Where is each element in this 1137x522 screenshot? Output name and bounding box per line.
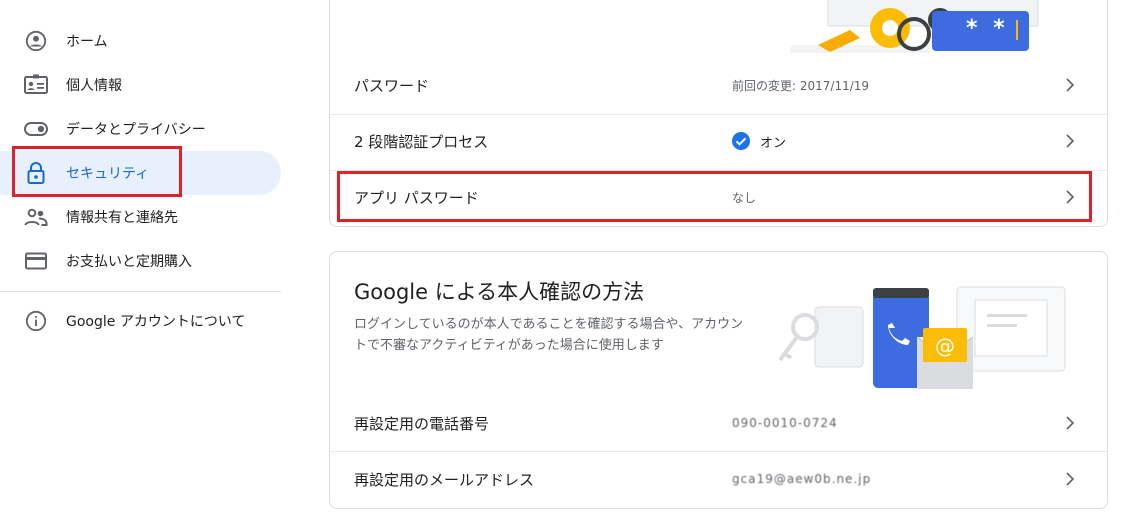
info-icon <box>24 309 48 333</box>
row-label: 2 段階認証プロセス <box>354 132 489 151</box>
check-circle-icon <box>732 132 750 150</box>
credit-card-icon <box>24 249 48 273</box>
sidebar-item-label: ホーム <box>66 34 108 50</box>
sidebar-item-label: 情報共有と連絡先 <box>66 210 178 226</box>
row-2step-verification[interactable]: 2 段階認証プロセス オン <box>330 113 1107 169</box>
sidebar-divider <box>0 291 281 292</box>
sidebar: ホーム 個人情報 データとプライバシー セキュリティ 情報共有と連絡先 お支払い… <box>0 0 300 522</box>
row-value: オン <box>760 135 787 151</box>
sidebar-item-label: 個人情報 <box>66 78 122 94</box>
sidebar-item-personal-info[interactable]: 個人情報 <box>0 63 281 107</box>
chevron-right-icon <box>1063 134 1077 148</box>
verify-card-title: Google による本人確認の方法 <box>354 280 645 304</box>
row-label: パスワード <box>354 76 430 95</box>
security-highlight-box <box>12 146 182 197</box>
sidebar-item-payments[interactable]: お支払いと定期購入 <box>0 239 281 283</box>
password-mask-text: * * <box>966 16 1009 41</box>
sidebar-item-label: Google アカウントについて <box>66 314 246 330</box>
verify-card: Google による本人確認の方法 ログインしているのが本人であることを確認する… <box>329 251 1108 509</box>
people-icon <box>24 205 48 229</box>
sidebar-item-label: データとプライバシー <box>66 122 206 138</box>
row-label: 再設定用のメールアドレス <box>354 470 535 489</box>
row-recovery-email[interactable]: 再設定用のメールアドレス gca19@aew0b.ne.jp <box>330 451 1107 507</box>
row-password[interactable]: パスワード 前回の変更: 2017/11/19 <box>330 57 1107 113</box>
sidebar-item-about[interactable]: Google アカウントについて <box>0 299 281 343</box>
key-illustration: * * <box>790 0 1040 60</box>
row-value: gca19@aew0b.ne.jp <box>732 472 872 486</box>
sidebar-item-home[interactable]: ホーム <box>0 19 281 63</box>
app-passwords-highlight-box <box>337 171 1092 222</box>
sidebar-item-sharing[interactable]: 情報共有と連絡先 <box>0 195 281 239</box>
row-value-container: オン <box>732 132 786 151</box>
row-recovery-phone[interactable]: 再設定用の電話番号 090-0010-0724 <box>330 395 1107 451</box>
id-card-icon <box>24 73 48 97</box>
email-at-icon: @ <box>935 334 955 358</box>
row-value: 090-0010-0724 <box>732 416 838 430</box>
toggle-icon <box>24 117 48 141</box>
chevron-right-icon <box>1063 416 1077 430</box>
row-value: 前回の変更: 2017/11/19 <box>732 78 870 93</box>
row-label: 再設定用の電話番号 <box>354 414 490 433</box>
sidebar-item-label: お支払いと定期購入 <box>66 254 192 270</box>
account-circle-icon <box>24 29 48 53</box>
phone-email-illustration: @ <box>775 282 1075 392</box>
chevron-right-icon <box>1063 78 1077 92</box>
verify-card-description: ログインしているのが本人であることを確認する場合や、アカウントで不審なアクティビ… <box>354 317 744 353</box>
chevron-right-icon <box>1063 472 1077 486</box>
sidebar-item-data-privacy[interactable]: データとプライバシー <box>0 107 281 151</box>
